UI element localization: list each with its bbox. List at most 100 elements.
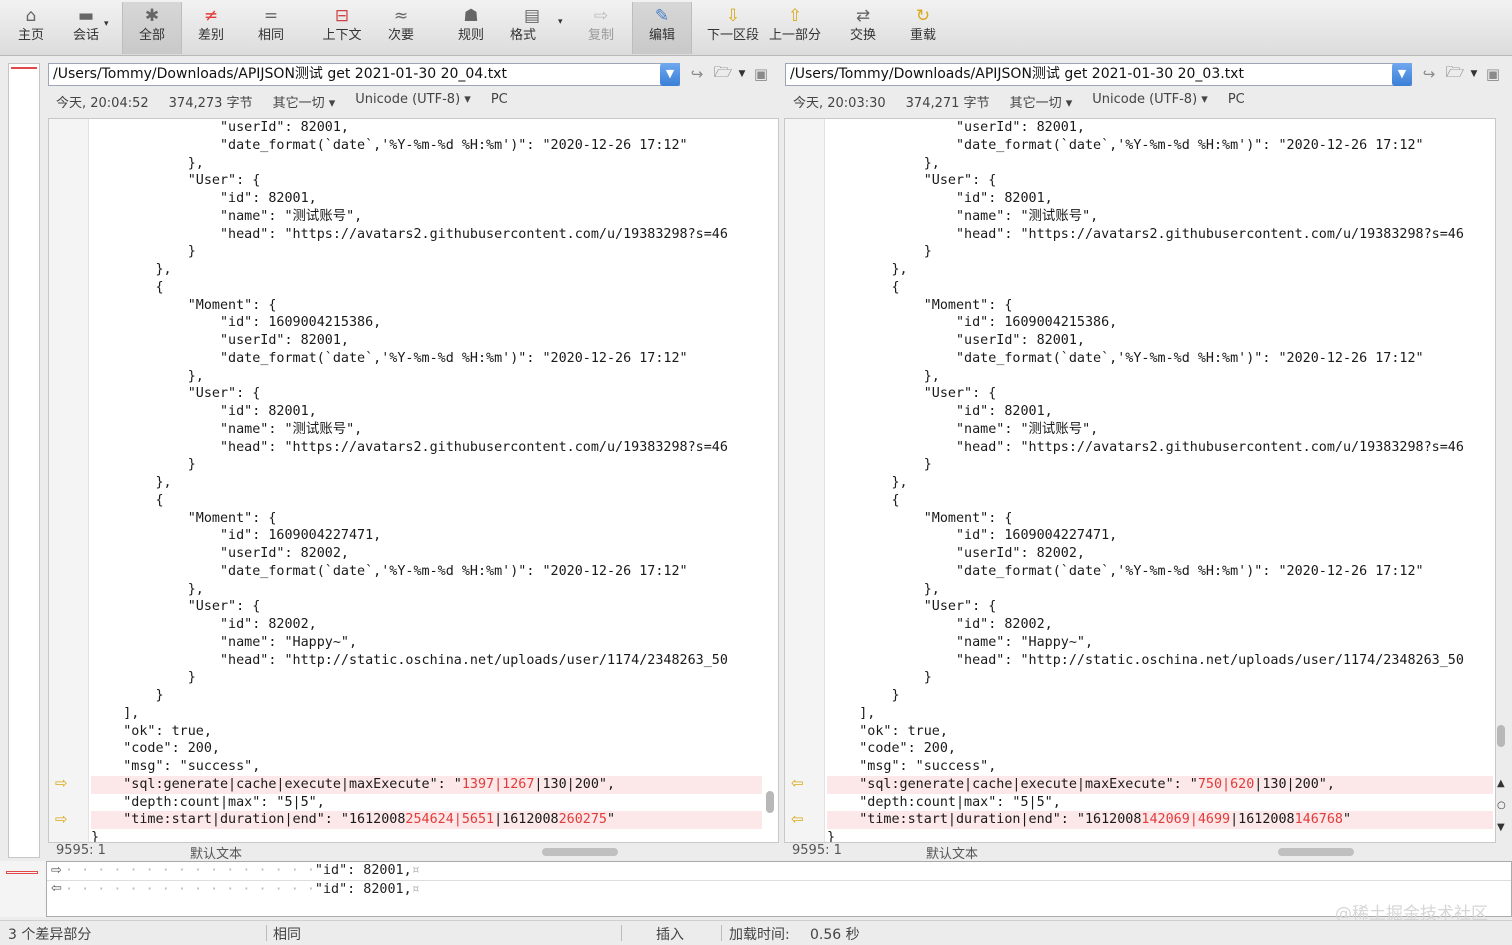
- code-line: },: [91, 262, 172, 277]
- folder-icon[interactable]: 🗁: [710, 62, 736, 87]
- overview-diff-marker: [11, 67, 37, 69]
- left-lineend[interactable]: PC: [491, 92, 508, 112]
- code-line: "Moment": {: [91, 297, 277, 313]
- chevron-down-icon[interactable]: ▼: [736, 69, 748, 79]
- code-line: }: [91, 244, 196, 260]
- right-vertical-scrollbar[interactable]: [1497, 725, 1505, 747]
- copy-button[interactable]: ⇨ 复制: [580, 4, 622, 52]
- toolbar: ⌂ 主页 ▬ ▾ 会话 ✱ 全部 ≠ 差别 = 相同 ⊟ 上下文 ≈ 次要 ☗ 规…: [0, 0, 1512, 56]
- right-encoding-select[interactable]: Unicode (UTF-8) ▾: [1092, 92, 1208, 112]
- next-section-button[interactable]: ⇩ 下一区段: [704, 4, 762, 52]
- code-line: ],: [91, 705, 140, 721]
- left-encoding-select[interactable]: Unicode (UTF-8) ▾: [355, 92, 471, 112]
- code-line: "date_format(`date`,'%Y-%m-%d %H:%m')": …: [91, 350, 688, 366]
- left-code-view[interactable]: ⇨ ⇨ "userId": 82001, "date_format(`date`…: [48, 118, 779, 843]
- chevron-down-icon[interactable]: ▼: [1468, 69, 1480, 79]
- right-date: 今天, 20:03:30: [793, 96, 886, 111]
- arrow-left-icon[interactable]: ⇦: [791, 776, 807, 791]
- copy-arrow-icon: ⇨: [593, 6, 609, 26]
- left-code-lines: "userId": 82001, "date_format(`date`,'%Y…: [91, 119, 762, 842]
- code-line: "date_format(`date`,'%Y-%m-%d %H:%m')": …: [827, 137, 1424, 153]
- edit-button[interactable]: ✎ 编辑: [632, 2, 692, 54]
- code-line: "msg": "success",: [91, 759, 261, 774]
- home-icon: ⌂: [25, 6, 37, 26]
- code-line: }: [827, 670, 932, 686]
- left-path-text: /Users/Tommy/Downloads/APIJSON测试 get 202…: [53, 65, 507, 82]
- context-icon: ⊟: [334, 6, 350, 26]
- arrow-left-icon[interactable]: ⇦: [791, 812, 807, 827]
- chevron-down-icon[interactable]: ▼: [660, 62, 680, 86]
- left-horizontal-scrollbar[interactable]: [542, 848, 618, 856]
- code-line: "id": 82002,: [827, 617, 1053, 632]
- folder-icon[interactable]: 🗁: [1442, 62, 1468, 87]
- right-path-field[interactable]: /Users/Tommy/Downloads/APIJSON测试 get 202…: [785, 62, 1412, 86]
- arrow-right-icon[interactable]: ⇨: [55, 776, 71, 791]
- approx-icon: ≈: [393, 6, 409, 26]
- format-button[interactable]: ▤ ▾ 格式: [502, 4, 563, 52]
- not-equal-icon: ≠: [203, 6, 219, 26]
- code-line: "code": 200,: [827, 741, 956, 757]
- code-line: "userId": 82002,: [827, 546, 1085, 561]
- prev-section-button[interactable]: ⇧ 上一部分: [766, 4, 824, 52]
- right-horizontal-scrollbar[interactable]: [1278, 848, 1354, 856]
- code-line: "code": 200,: [91, 741, 220, 757]
- code-line: "id": 82002,: [91, 617, 317, 632]
- code-line: {: [827, 492, 900, 508]
- diff-line: "time:start|duration|end": "161200825462…: [91, 811, 762, 829]
- save-icon[interactable]: ▣: [1480, 65, 1506, 83]
- code-line: "head": "https://avatars2.githubusercont…: [91, 439, 728, 455]
- session-button[interactable]: ▬ ▾ 会话: [62, 4, 110, 52]
- left-status: 9595: 1 默认文本: [56, 843, 242, 862]
- scroll-down-icon[interactable]: ▼: [1497, 822, 1505, 833]
- rules-button[interactable]: ☗ 规则: [450, 4, 492, 52]
- left-cursor-position: 9595: 1: [56, 843, 106, 858]
- code-line: "id": 82001,: [827, 404, 1053, 419]
- reload-button[interactable]: ↻ 重载: [902, 4, 944, 52]
- detail-line-left: · · · · · · · · · · · · · · · ·"id": 820…: [65, 863, 420, 878]
- briefcase-icon: ▬ ▾: [77, 6, 109, 29]
- code-line: "depth:count|max": "5|5",: [91, 794, 325, 810]
- context-button[interactable]: ⊟ 上下文: [316, 4, 368, 52]
- same-button[interactable]: = 相同: [250, 4, 292, 52]
- chevron-down-icon[interactable]: ▼: [1392, 62, 1412, 86]
- right-syntax[interactable]: 默认文本: [926, 843, 978, 862]
- left-vertical-scrollbar[interactable]: [766, 791, 774, 813]
- code-line: {: [827, 279, 900, 295]
- right-status: 9595: 1 默认文本: [792, 843, 978, 862]
- code-line: "id": 1609004227471,: [827, 528, 1118, 544]
- overview-map[interactable]: [8, 63, 40, 872]
- diff-button[interactable]: ≠ 差别: [190, 4, 232, 52]
- arrow-right-icon[interactable]: ⇨: [55, 812, 71, 827]
- all-button[interactable]: ✱ 全部: [122, 2, 182, 54]
- same-status: 相同: [273, 927, 301, 943]
- save-icon[interactable]: ▣: [748, 65, 774, 83]
- code-line: }: [91, 830, 100, 842]
- right-path-text: /Users/Tommy/Downloads/APIJSON测试 get 202…: [790, 65, 1244, 82]
- scroll-up-icon[interactable]: ▲: [1497, 778, 1505, 789]
- right-code-view[interactable]: ⇦ ⇦ "userId": 82001, "date_format(`date`…: [784, 118, 1496, 843]
- code-line: "name": "Happy~",: [91, 634, 358, 650]
- code-line: }: [91, 457, 196, 473]
- code-line: "head": "https://avatars2.githubusercont…: [827, 226, 1464, 242]
- code-line: "head": "https://avatars2.githubusercont…: [91, 226, 728, 242]
- redo-arrow-icon[interactable]: ↪: [1416, 65, 1442, 83]
- scroll-center-icon[interactable]: ○: [1497, 800, 1506, 811]
- arrow-left-icon: ⇦: [51, 881, 62, 896]
- load-time-value: 0.56 秒: [810, 927, 860, 943]
- redo-arrow-icon[interactable]: ↪: [684, 65, 710, 83]
- left-syntax[interactable]: 默认文本: [190, 843, 242, 862]
- left-path-field[interactable]: /Users/Tommy/Downloads/APIJSON测试 get 202…: [48, 62, 680, 86]
- left-filter-select[interactable]: 其它一切 ▾: [273, 92, 336, 112]
- swap-button[interactable]: ⇄ 交换: [842, 4, 884, 52]
- code-line: "head": "https://avatars2.githubusercont…: [827, 439, 1464, 455]
- code-line: "date_format(`date`,'%Y-%m-%d %H:%m')": …: [827, 563, 1424, 579]
- home-button[interactable]: ⌂ 主页: [10, 4, 52, 52]
- code-line: },: [827, 155, 940, 171]
- right-filter-select[interactable]: 其它一切 ▾: [1010, 92, 1073, 112]
- rules-icon: ☗: [463, 6, 479, 26]
- minor-button[interactable]: ≈ 次要: [380, 4, 422, 52]
- right-lineend[interactable]: PC: [1228, 92, 1245, 112]
- diff-line: "sql:generate|cache|execute|maxExecute":…: [827, 775, 1493, 794]
- diff-count: 3 个差异部分: [8, 927, 92, 943]
- line-detail-panel[interactable]: ⇨ · · · · · · · · · · · · · · · ·"id": 8…: [46, 861, 1512, 917]
